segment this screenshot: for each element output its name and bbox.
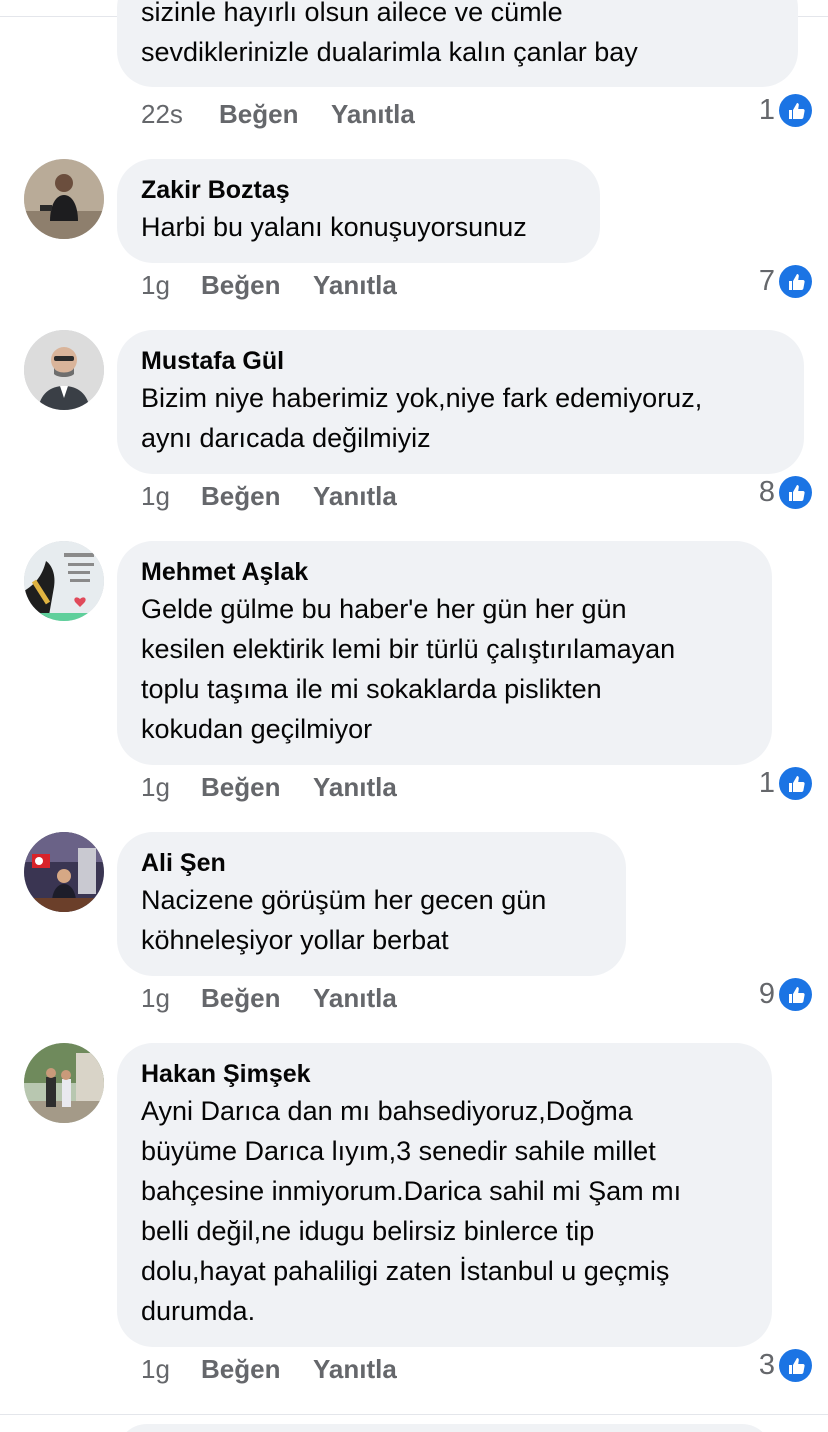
next-comment-bubble	[117, 1424, 772, 1432]
avatar[interactable]	[24, 541, 104, 621]
comment-text-line: belli değil,ne idugu belirsiz binlerce t…	[141, 1216, 595, 1246]
comment-actions: 1g Beğen Yanıtla	[141, 269, 433, 301]
like-thumb-icon	[779, 476, 812, 509]
reaction-count[interactable]: 1	[759, 94, 812, 127]
comment-actions: 1g Beğen Yanıtla	[141, 982, 433, 1014]
comment-bubble: Mehmet Aşlak Gelde gülme bu haber'e her …	[117, 541, 772, 765]
comment-bubble: Hakan Şimşek Ayni Darıca dan mı bahsediy…	[117, 1043, 772, 1347]
comment-text-line: aynı darıcada değilmiyiz	[141, 423, 431, 453]
comment-text-line: Nacizene görüşüm her gecen gün	[141, 885, 547, 915]
comment-time[interactable]: 1g	[141, 1353, 201, 1385]
reaction-count[interactable]: 9	[759, 978, 812, 1011]
like-thumb-icon	[779, 978, 812, 1011]
comment-actions: 1g Beğen Yanıtla	[141, 771, 433, 803]
avatar[interactable]	[24, 1043, 104, 1123]
comment-text-line: Ayni Darıca dan mı bahsediyoruz,Doğma	[141, 1096, 633, 1126]
comment-actions: 1g Beğen Yanıtla	[141, 480, 433, 512]
comment-actions: 22s Beğen Yanıtla	[141, 98, 451, 130]
comment-text-line: Harbi bu yalanı konuşuyorsunuz	[141, 212, 527, 242]
comment-bubble: Ali Şen Nacizene görüşüm her gecen gün k…	[117, 832, 626, 976]
avatar[interactable]	[24, 159, 104, 239]
comment-time[interactable]: 1g	[141, 269, 201, 301]
comment-text-line: toplu taşıma ile mi sokaklarda pislikten	[141, 674, 602, 704]
reaction-number: 8	[758, 476, 775, 508]
reaction-count[interactable]: 7	[759, 265, 812, 298]
reaction-number: 1	[758, 767, 775, 799]
comment-text-line: durumda.	[141, 1296, 256, 1326]
comment-text-line: büyüme Darıca lıyım,3 senedir sahile mil…	[141, 1136, 656, 1166]
comment-text-line: köhneleşiyor yollar berbat	[141, 925, 449, 955]
like-thumb-icon	[779, 767, 812, 800]
reaction-number: 1	[758, 94, 775, 126]
reply-button[interactable]: Yanıtla	[313, 1353, 433, 1385]
comment-text-line: Gelde gülme bu haber'e her gün her gün	[141, 594, 627, 624]
reply-button[interactable]: Yanıtla	[331, 98, 451, 130]
reaction-count[interactable]: 3	[759, 1349, 812, 1382]
comment-bubble: Zakir Boztaş Harbi bu yalanı konuşuyorsu…	[117, 159, 600, 263]
reply-button[interactable]: Yanıtla	[313, 269, 433, 301]
comment-actions: 1g Beğen Yanıtla	[141, 1353, 433, 1385]
like-thumb-icon	[779, 1349, 812, 1382]
comment-time[interactable]: 22s	[141, 98, 219, 130]
reply-button[interactable]: Yanıtla	[313, 771, 433, 803]
reply-button[interactable]: Yanıtla	[313, 480, 433, 512]
comment-bubble: sizinle hayırlı olsun ailece ve cümle se…	[117, 0, 798, 87]
reaction-count[interactable]: 8	[759, 476, 812, 509]
comment-author[interactable]: Ali Şen	[141, 846, 602, 880]
comment-time[interactable]: 1g	[141, 480, 201, 512]
reaction-number: 7	[758, 265, 775, 297]
avatar[interactable]	[24, 832, 104, 912]
bottom-divider	[0, 1414, 828, 1415]
like-button[interactable]: Beğen	[201, 480, 313, 512]
like-button[interactable]: Beğen	[219, 98, 331, 130]
avatar[interactable]	[24, 330, 104, 410]
comment-text-line: sizinle hayırlı olsun ailece ve cümle	[141, 0, 563, 27]
like-button[interactable]: Beğen	[201, 982, 313, 1014]
reply-button[interactable]: Yanıtla	[313, 982, 433, 1014]
reaction-count[interactable]: 1	[759, 767, 812, 800]
like-button[interactable]: Beğen	[201, 1353, 313, 1385]
like-thumb-icon	[779, 265, 812, 298]
comment-text-line: kokudan geçilmiyor	[141, 714, 373, 744]
like-button[interactable]: Beğen	[201, 269, 313, 301]
comment-bubble: Mustafa Gül Bizim niye haberimiz yok,niy…	[117, 330, 804, 474]
comment-text-line: dolu,hayat pahaliligi zaten İstanbul u g…	[141, 1256, 670, 1286]
comment-time[interactable]: 1g	[141, 771, 201, 803]
reaction-number: 3	[758, 1349, 775, 1381]
comment-time[interactable]: 1g	[141, 982, 201, 1014]
reaction-number: 9	[758, 978, 775, 1010]
comment-text-line: kesilen elektirik lemi bir türlü çalıştı…	[141, 634, 676, 664]
comment-text-line: Bizim niye haberimiz yok,niye fark edemi…	[141, 383, 703, 413]
comment-author[interactable]: Mustafa Gül	[141, 344, 780, 378]
comment-author[interactable]: Hakan Şimşek	[141, 1057, 748, 1091]
comment-text-line: sevdiklerinizle dualarimla kalın çanlar …	[141, 37, 638, 67]
like-thumb-icon	[779, 94, 812, 127]
like-button[interactable]: Beğen	[201, 771, 313, 803]
comment-text-line: bahçesine inmiyorum.Darica sahil mi Şam …	[141, 1176, 682, 1206]
comment-author[interactable]: Zakir Boztaş	[141, 173, 576, 207]
comment-author[interactable]: Mehmet Aşlak	[141, 555, 748, 589]
